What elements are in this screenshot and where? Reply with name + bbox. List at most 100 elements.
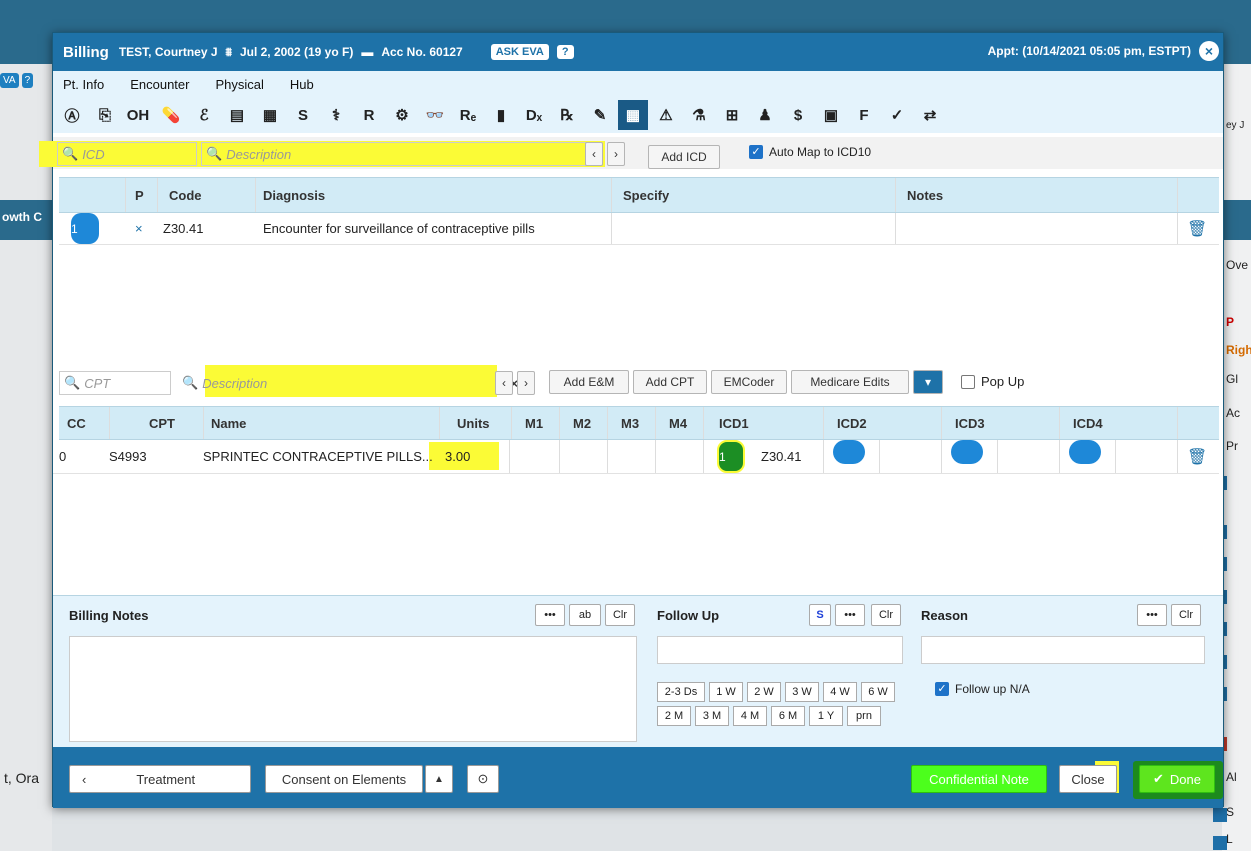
pill-icon[interactable]: 💊 (156, 100, 186, 130)
follow-up-option[interactable]: 2-3 Ds (657, 682, 705, 702)
close-modal-icon[interactable]: × (1199, 41, 1219, 61)
cpt-row[interactable]: 0 S4993 SPRINTEC CONTRACEPTIVE PILLS... … (53, 440, 1219, 474)
ask-eva-button[interactable]: ASK EVA (490, 44, 549, 60)
billing-notes-clear-button[interactable]: Clr (605, 604, 635, 626)
reason-more-button[interactable]: ••• (1137, 604, 1167, 626)
follow-up-option[interactable]: 6 M (771, 706, 805, 726)
menu-physical[interactable]: Physical (215, 77, 263, 92)
flowsheet-icon[interactable]: F (849, 100, 879, 130)
vision-icon[interactable]: 👓 (420, 100, 450, 130)
chevron-up-icon[interactable]: ▲ (425, 765, 453, 793)
done-button[interactable]: ✔ Done (1139, 765, 1215, 793)
add-em-button[interactable]: Add E&M (549, 370, 629, 394)
alert-doc-icon[interactable]: ⚠ (651, 100, 681, 130)
money-icon[interactable]: $ (783, 100, 813, 130)
icd-next-button[interactable]: › (607, 142, 625, 166)
billing-grid-icon[interactable]: ▦ (618, 100, 648, 130)
jar-icon[interactable]: ▮ (486, 100, 516, 130)
cpt-code-search[interactable]: 🔍 CPT (59, 371, 171, 395)
icd-prev-button[interactable]: ‹ (585, 142, 603, 166)
dx-icon[interactable]: Dₓ (519, 100, 549, 130)
rx-icon[interactable]: ℞ (552, 100, 582, 130)
icd-grid-header: P Code Diagnosis Specify Notes (59, 177, 1219, 213)
tag-icon[interactable]: ✓ (882, 100, 912, 130)
cpt-prev-button[interactable]: ‹ (495, 371, 513, 395)
follow-up-option[interactable]: 1 Y (809, 706, 843, 726)
medicare-edits-button[interactable]: Medicare Edits (791, 370, 909, 394)
oh-icon[interactable]: OH (123, 100, 153, 130)
building-icon[interactable]: ▦ (255, 100, 285, 130)
follow-up-option[interactable]: 3 W (785, 682, 819, 702)
follow-up-s-button[interactable]: S (809, 604, 831, 626)
primary-remove-icon[interactable]: × (135, 213, 143, 244)
copy-icon[interactable]: ⎘ (90, 100, 120, 130)
close-button[interactable]: Close (1059, 765, 1117, 793)
icd3-pointer[interactable] (951, 440, 983, 464)
menu-encounter[interactable]: Encounter (130, 77, 189, 92)
follow-up-option[interactable]: 6 W (861, 682, 895, 702)
a-circle-icon[interactable]: Ⓐ (57, 100, 87, 130)
follow-up-na-checkbox[interactable]: ✓ (935, 682, 949, 696)
popup-option[interactable]: Pop Up (961, 374, 1024, 389)
follow-up-option[interactable]: 4 M (733, 706, 767, 726)
confidential-note-button[interactable]: Confidential Note (911, 765, 1047, 793)
units-input[interactable]: 3.00 (445, 440, 470, 473)
icd-code-search[interactable]: 🔍 ICD (57, 142, 197, 166)
follow-up-option[interactable]: 1 W (709, 682, 743, 702)
plus-box-icon[interactable]: ⊞ (717, 100, 747, 130)
lab-draw-icon[interactable]: ✎ (585, 100, 615, 130)
auto-map-checkbox[interactable]: ✓ (749, 145, 763, 159)
auto-map-option[interactable]: ✓ Auto Map to ICD10 (749, 145, 871, 159)
reason-label: Reason (921, 608, 968, 623)
icd2-pointer[interactable] (833, 440, 865, 464)
spellcheck-icon[interactable]: ab (569, 604, 601, 626)
person-icon[interactable]: ♟ (750, 100, 780, 130)
icd-description-search[interactable]: 🔍Description × (201, 142, 601, 166)
follow-up-option[interactable]: 2 W (747, 682, 781, 702)
trash-icon[interactable]: 🗑 (1187, 213, 1207, 244)
reason-clear-button[interactable]: Clr (1171, 604, 1201, 626)
form-icon[interactable]: ▤ (222, 100, 252, 130)
cpt-next-button[interactable]: › (517, 371, 535, 395)
trash-icon[interactable]: 🗑 (1187, 440, 1207, 473)
r-icon[interactable]: R (354, 100, 384, 130)
compare-icon[interactable]: ⇄ (915, 100, 945, 130)
follow-up-more-button[interactable]: ••• (835, 604, 865, 626)
flask-icon[interactable]: ⚗ (684, 100, 714, 130)
report-icon[interactable]: ▣ (816, 100, 846, 130)
follow-up-option[interactable]: prn (847, 706, 881, 726)
dropdown-chevron-icon[interactable]: ▾ (913, 370, 943, 394)
divider (823, 407, 824, 439)
popup-checkbox[interactable] (961, 374, 975, 389)
menu-pt-info[interactable]: Pt. Info (63, 77, 104, 92)
clock-icon[interactable]: ⊙ (467, 765, 499, 793)
vitals-icon[interactable]: ⚙ (387, 100, 417, 130)
icd1-index-badge[interactable]: 1 (717, 440, 745, 473)
add-icd-button[interactable]: Add ICD (648, 145, 720, 169)
follow-up-option[interactable]: 3 M (695, 706, 729, 726)
menu-hub[interactable]: Hub (290, 77, 314, 92)
icd4-pointer[interactable] (1069, 440, 1101, 464)
help-button[interactable]: ? (556, 45, 574, 59)
reason-input[interactable] (921, 636, 1205, 664)
consent-on-elements-button[interactable]: Consent on Elements (265, 765, 423, 793)
divider (1059, 440, 1060, 473)
treatment-button[interactable]: ‹ Treatment (69, 765, 251, 793)
billing-notes-more-button[interactable]: ••• (535, 604, 565, 626)
s-icon[interactable]: S (288, 100, 318, 130)
search-icon: 🔍 (62, 146, 79, 161)
follow-up-na-option[interactable]: ✓ Follow up N/A (935, 682, 1030, 696)
procedure-icon[interactable]: ⚕ (321, 100, 351, 130)
billing-notes-textarea[interactable] (69, 636, 637, 742)
follow-up-option[interactable]: 4 W (823, 682, 857, 702)
add-cpt-button[interactable]: Add CPT (633, 370, 707, 394)
cpt-code: S4993 (109, 449, 147, 464)
follow-up-input[interactable] (657, 636, 903, 664)
re-icon[interactable]: Rₑ (453, 100, 483, 130)
icd-row[interactable]: 1 × Z30.41 Encounter for surveillance of… (59, 213, 1219, 245)
allergy-icon[interactable]: ℰ (189, 100, 219, 130)
cpt-description-search[interactable]: 🔍 Description × (177, 371, 518, 395)
follow-up-option[interactable]: 2 M (657, 706, 691, 726)
follow-up-clear-button[interactable]: Clr (871, 604, 901, 626)
emcoder-button[interactable]: EMCoder (711, 370, 787, 394)
